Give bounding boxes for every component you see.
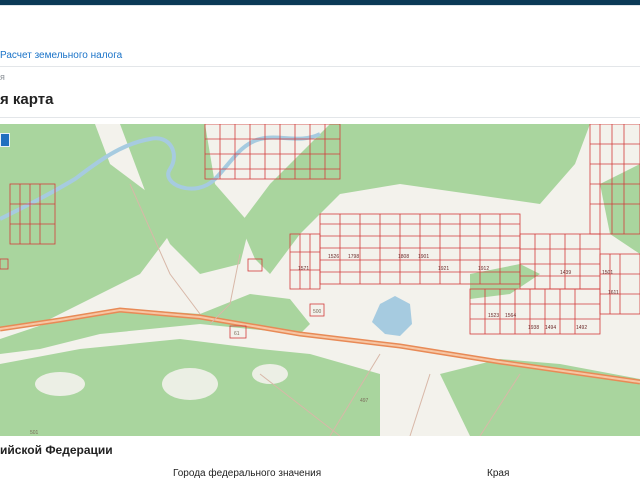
map-layer-button[interactable] <box>0 133 10 147</box>
top-divider <box>0 5 640 6</box>
lot-label: 1921 <box>438 266 449 272</box>
lot-label: 1564 <box>505 313 516 319</box>
divider <box>0 66 640 67</box>
road-number: 61 <box>234 331 240 337</box>
section-title: ийской Федерации <box>0 443 113 457</box>
breadcrumb: я <box>0 72 5 82</box>
lot-label: 1501 <box>602 270 613 276</box>
road-number: 501 <box>30 430 39 436</box>
road-number: 497 <box>360 398 369 404</box>
land-tax-calc-link[interactable]: Расчет земельного налога <box>0 50 122 61</box>
column-header-krai: Края <box>487 468 510 479</box>
map-canvas: 1526 1798 1808 1901 1921 1912 1938 1501 … <box>0 124 640 436</box>
lot-label: 1492 <box>576 325 587 331</box>
lot-label: 1938 <box>528 325 539 331</box>
cadastral-map[interactable]: 1526 1798 1808 1901 1921 1912 1938 1501 … <box>0 124 640 436</box>
lot-label: 1523 <box>488 313 499 319</box>
lot-label: 1526 <box>328 254 339 260</box>
lot-label: 1912 <box>478 266 489 272</box>
page-title: я карта <box>0 91 54 108</box>
divider <box>0 117 640 118</box>
lot-label: 1494 <box>545 325 556 331</box>
lot-label: 1798 <box>348 254 359 260</box>
lot-label: 1808 <box>398 254 409 260</box>
lot-label: 1439 <box>560 270 571 276</box>
lot-label: 1611 <box>608 290 619 296</box>
lot-label: 1571 <box>298 266 309 272</box>
column-header-federal-cities: Города федерального значения <box>173 468 322 479</box>
road-number: 500 <box>313 309 322 315</box>
lot-label: 1901 <box>418 254 429 260</box>
